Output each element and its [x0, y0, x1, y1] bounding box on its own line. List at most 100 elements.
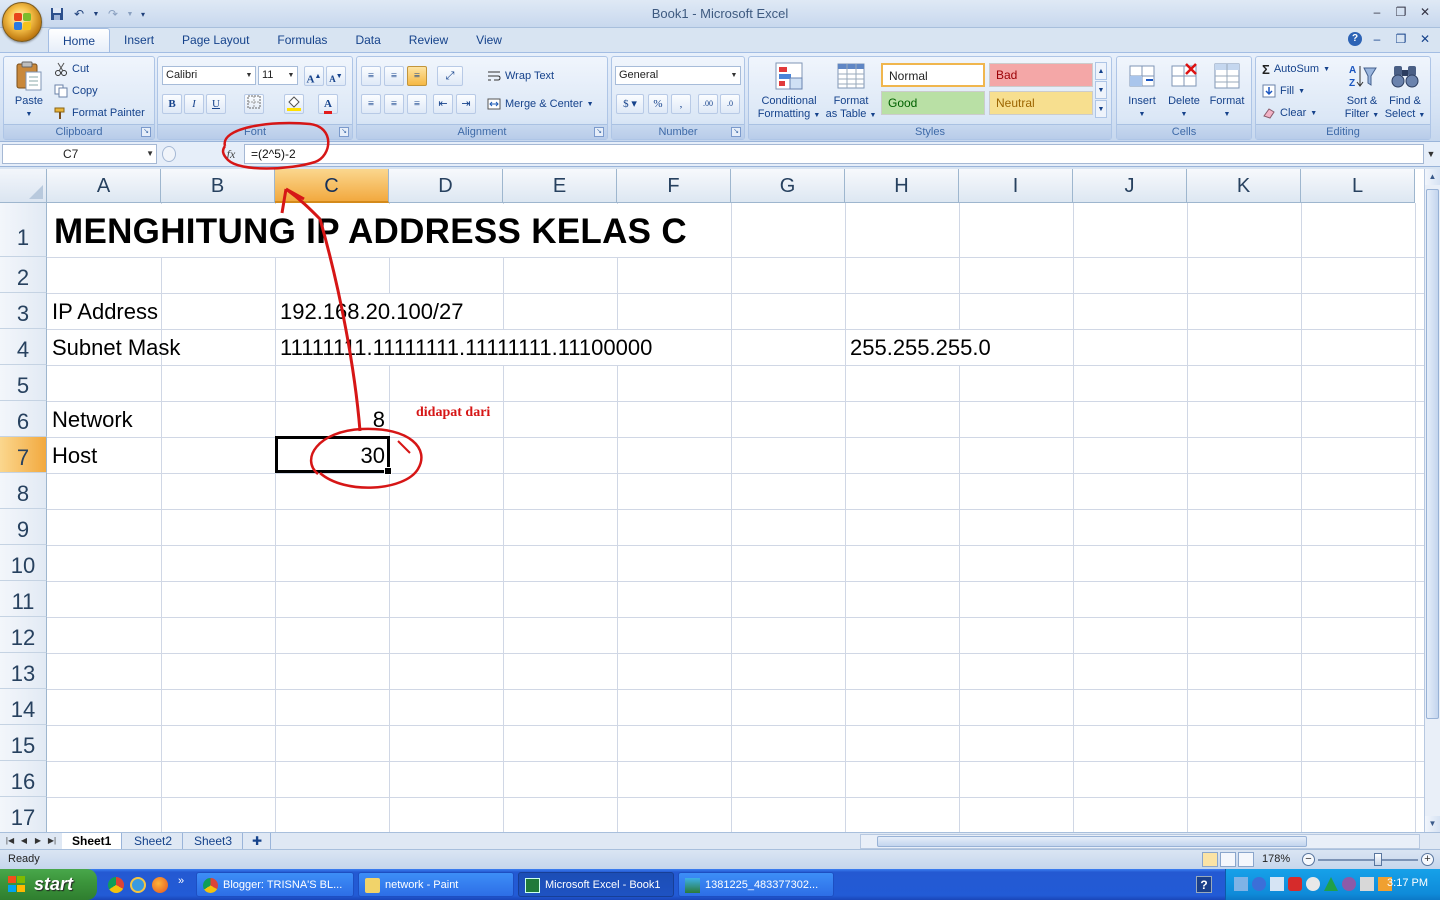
cell-h4[interactable]: 255.255.255.0: [850, 330, 991, 366]
font-size-combo[interactable]: 11 ▼: [258, 66, 298, 85]
last-sheet-icon[interactable]: ▶|: [46, 834, 58, 848]
row-header-11[interactable]: 11: [0, 581, 47, 617]
styles-scroll-down-icon[interactable]: ▼: [1095, 81, 1107, 99]
column-header-h[interactable]: H: [845, 169, 959, 203]
font-name-combo[interactable]: Calibri ▼: [162, 66, 256, 85]
clipboard-launcher-icon[interactable]: ↘: [141, 127, 151, 137]
bold-button[interactable]: B: [162, 94, 182, 114]
align-left-button[interactable]: ≡: [361, 94, 381, 114]
zoom-level[interactable]: 178%: [1262, 853, 1290, 865]
merge-center-button[interactable]: Merge & Center ▼: [487, 95, 594, 113]
paste-button[interactable]: Paste ▼: [8, 60, 50, 121]
start-button[interactable]: start: [0, 869, 97, 900]
conditional-formatting-button[interactable]: Conditional Formatting ▼: [753, 60, 825, 122]
format-cells-button[interactable]: Format ▼: [1205, 60, 1249, 121]
vertical-scroll-thumb[interactable]: [1426, 189, 1439, 719]
tab-page-layout[interactable]: Page Layout: [168, 28, 263, 52]
help-icon[interactable]: ?: [1196, 876, 1212, 893]
column-header-l[interactable]: L: [1301, 169, 1415, 203]
italic-button[interactable]: I: [184, 94, 204, 114]
security-shield-icon[interactable]: [1288, 877, 1302, 891]
formula-bar-splitter[interactable]: [162, 146, 176, 162]
insert-sheet-icon[interactable]: ✚: [244, 833, 272, 849]
row-header-15[interactable]: 15: [0, 725, 47, 761]
increase-decimal-button[interactable]: .00: [698, 94, 718, 114]
restore-button[interactable]: ❐: [1390, 3, 1412, 21]
tab-insert[interactable]: Insert: [110, 28, 168, 52]
prev-sheet-icon[interactable]: ◀: [18, 834, 30, 848]
update-icon[interactable]: [1324, 877, 1338, 891]
column-header-g[interactable]: G: [731, 169, 845, 203]
chrome-icon[interactable]: [108, 877, 124, 893]
expand-formula-bar-icon[interactable]: ▼: [1424, 145, 1438, 163]
clock[interactable]: 3:17 PM: [1387, 877, 1428, 889]
sheet-tab-3[interactable]: Sheet3: [184, 833, 244, 849]
sort-filter-button[interactable]: AZ Sort & Filter ▼: [1342, 60, 1382, 122]
fill-button[interactable]: Fill ▼: [1262, 82, 1305, 100]
quick-launch-more-icon[interactable]: »: [178, 875, 184, 887]
zoom-slider-thumb[interactable]: [1374, 853, 1382, 866]
align-right-button[interactable]: ≡: [407, 94, 427, 114]
clear-button[interactable]: Clear ▼: [1262, 104, 1317, 122]
shrink-font-button[interactable]: A▼: [326, 66, 346, 86]
percent-button[interactable]: %: [648, 94, 668, 114]
zoom-out-icon[interactable]: −: [1302, 853, 1315, 866]
wrap-text-button[interactable]: Wrap Text: [487, 67, 554, 85]
fill-color-button[interactable]: [284, 94, 304, 114]
font-color-button[interactable]: A: [318, 94, 338, 114]
name-box[interactable]: C7 ▼: [2, 144, 157, 164]
underline-button[interactable]: U: [206, 94, 226, 114]
currency-button[interactable]: $ ▾: [616, 94, 644, 114]
number-format-combo[interactable]: General ▼: [615, 66, 741, 85]
network-icon[interactable]: [1234, 877, 1248, 891]
next-sheet-icon[interactable]: ▶: [32, 834, 44, 848]
sheet-tab-1[interactable]: Sheet1: [62, 833, 123, 849]
row-header-10[interactable]: 10: [0, 545, 47, 581]
tab-formulas[interactable]: Formulas: [263, 28, 341, 52]
paste-dropdown-icon[interactable]: ▼: [8, 108, 50, 121]
autosum-button[interactable]: Σ AutoSum ▼: [1262, 60, 1330, 78]
horizontal-scroll-thumb[interactable]: [877, 836, 1307, 847]
zoom-in-icon[interactable]: +: [1421, 853, 1434, 866]
styles-more-icon[interactable]: ▼: [1095, 100, 1107, 118]
formula-input[interactable]: =(2^5)-2: [244, 144, 1424, 164]
orientation-button[interactable]: ⤢: [437, 66, 463, 86]
insert-cells-button[interactable]: Insert ▼: [1121, 60, 1163, 121]
sheet-tab-2[interactable]: Sheet2: [124, 833, 184, 849]
column-header-k[interactable]: K: [1187, 169, 1301, 203]
center-button[interactable]: ≡: [384, 94, 404, 114]
style-bad[interactable]: Bad: [989, 63, 1093, 87]
bottom-align-button[interactable]: ≡: [407, 66, 427, 86]
zoom-slider-track[interactable]: [1318, 859, 1418, 861]
taskbar-task-image[interactable]: 1381225_483377302...: [678, 872, 834, 897]
format-as-table-button[interactable]: Format as Table ▼: [823, 60, 879, 122]
styles-scroll-up-icon[interactable]: ▲: [1095, 62, 1107, 80]
minimize-button[interactable]: –: [1366, 3, 1388, 21]
style-normal[interactable]: Normal: [881, 63, 985, 87]
increase-indent-button[interactable]: ⇥: [456, 94, 476, 114]
scroll-up-arrow-icon[interactable]: ▲: [1425, 169, 1440, 185]
style-good[interactable]: Good: [881, 91, 985, 115]
copy-button[interactable]: Copy: [54, 82, 98, 100]
bluetooth-icon[interactable]: [1252, 877, 1266, 891]
vertical-scrollbar[interactable]: ▲ ▼: [1424, 169, 1440, 832]
column-header-i[interactable]: I: [959, 169, 1073, 203]
workbook-restore-button[interactable]: ❐: [1392, 30, 1410, 48]
tab-home[interactable]: Home: [48, 28, 111, 52]
sync-icon[interactable]: [1342, 877, 1356, 891]
speaker-icon[interactable]: [1360, 877, 1374, 891]
firefox-icon[interactable]: [152, 877, 168, 893]
internet-explorer-icon[interactable]: [130, 877, 146, 893]
close-button[interactable]: ✕: [1414, 3, 1436, 21]
help-icon[interactable]: ?: [1348, 32, 1362, 46]
delete-cells-button[interactable]: Delete ▼: [1163, 60, 1205, 121]
row-header-17[interactable]: 17: [0, 797, 47, 832]
page-break-view-icon[interactable]: [1238, 852, 1254, 867]
taskbar-task-paint[interactable]: network - Paint: [358, 872, 514, 897]
row-header-13[interactable]: 13: [0, 653, 47, 689]
monitor-icon[interactable]: [1270, 877, 1284, 891]
decrease-indent-button[interactable]: ⇤: [433, 94, 453, 114]
alignment-launcher-icon[interactable]: ↘: [594, 127, 604, 137]
comma-button[interactable]: ,: [671, 94, 691, 114]
find-select-button[interactable]: Find & Select ▼: [1384, 60, 1426, 122]
